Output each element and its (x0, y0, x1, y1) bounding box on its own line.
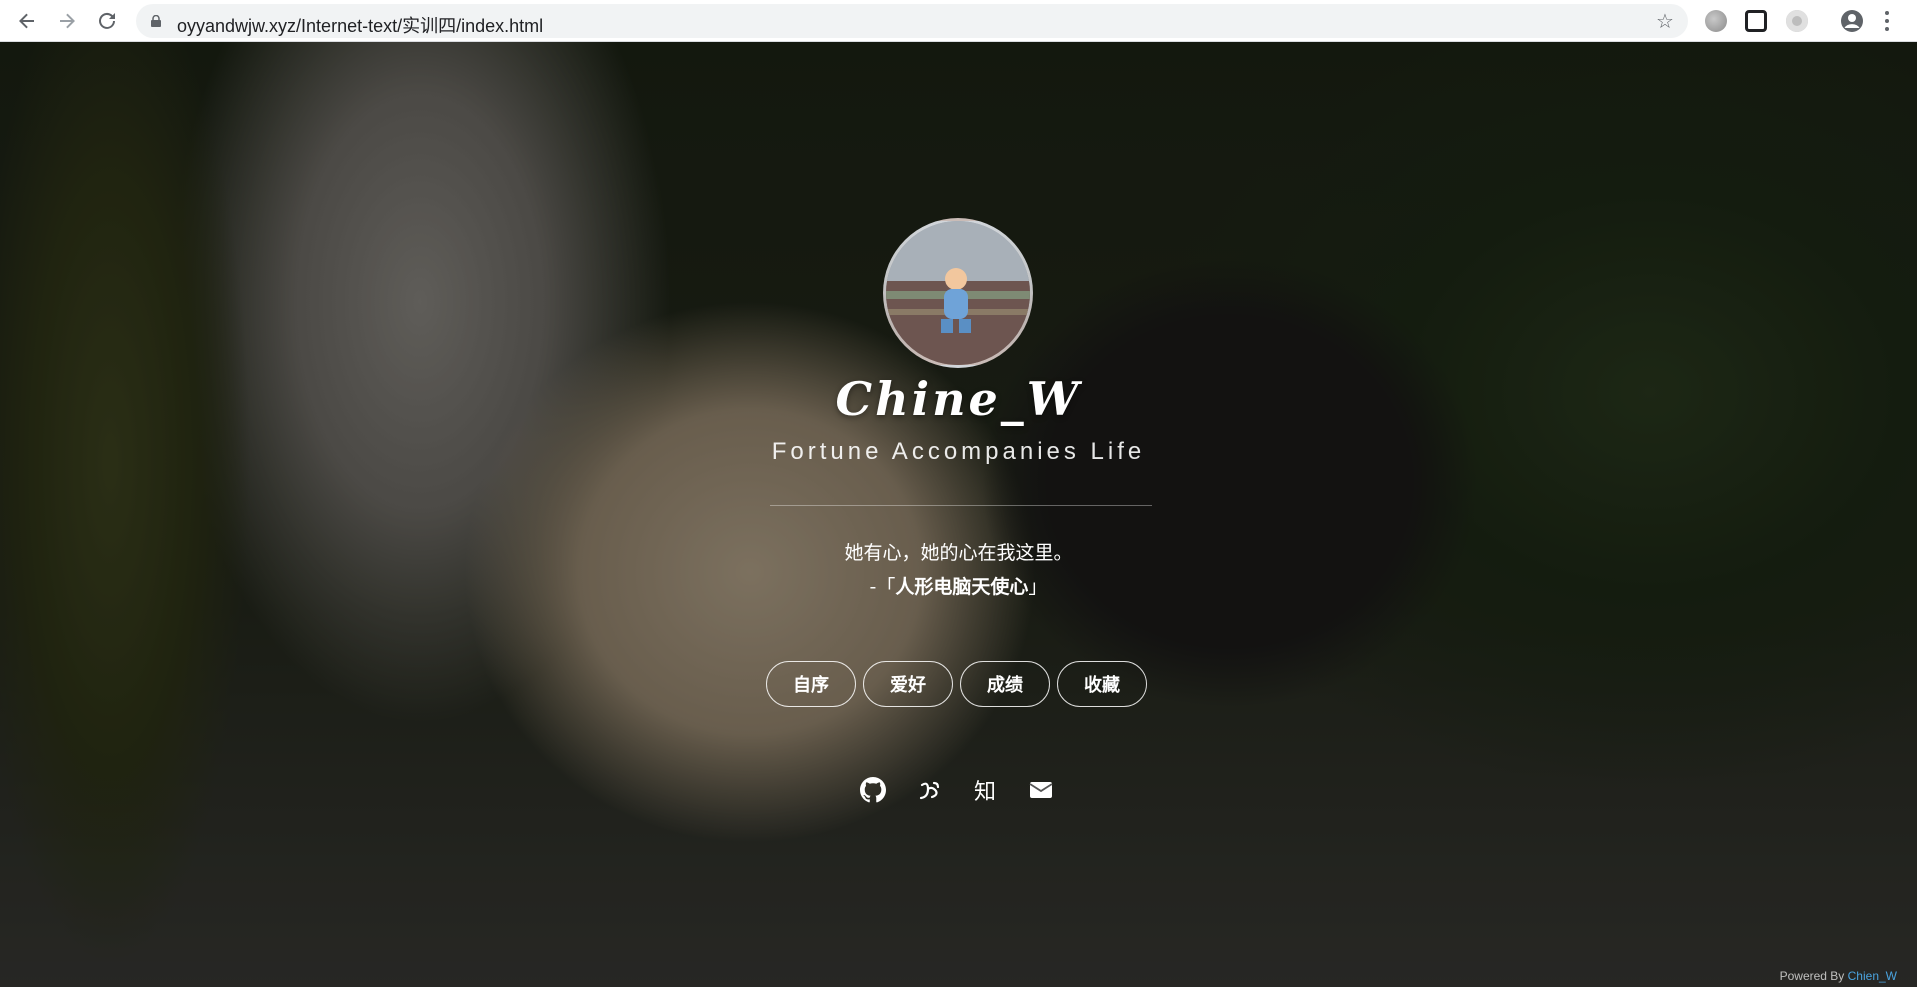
quote-suffix: 」 (1028, 576, 1048, 598)
divider (770, 505, 1152, 506)
quote-source-name: 人形电脑天使心 (895, 576, 1029, 598)
nav-buttons: 自序 爱好 成绩 收藏 (766, 661, 1152, 709)
site-title: Chine_W (835, 372, 1082, 426)
reload-icon (99, 12, 115, 29)
nav-button-hobbies[interactable]: 爱好 (863, 661, 953, 707)
nav-button-grades[interactable]: 成绩 (960, 661, 1050, 707)
extension-icon[interactable] (1786, 10, 1808, 32)
back-button[interactable] (12, 6, 42, 36)
back-icon (19, 13, 34, 29)
browser-toolbar: oyyandwjw.xyz/Internet-text/实训四/index.ht… (0, 0, 1917, 42)
quote-prefix: -「 (869, 576, 896, 598)
footer: Powered By Chien_W (1780, 969, 1897, 983)
bookmark-star-icon[interactable]: ☆ (1654, 10, 1676, 32)
footer-author-link[interactable]: Chien_W (1848, 969, 1897, 983)
social-links: 知 (858, 775, 1058, 805)
zhihu-icon: 知 (973, 780, 996, 805)
forward-icon (60, 13, 75, 29)
footer-powered-by: Powered By (1779, 969, 1845, 983)
forward-button[interactable] (52, 6, 82, 36)
profile-card: Chine_W Fortune Accompanies Life 她有心，她的心… (0, 42, 1917, 987)
nav-button-preface[interactable]: 自序 (766, 661, 856, 707)
mail-icon (1029, 782, 1053, 798)
github-icon (860, 777, 886, 803)
site-subtitle: Fortune Accompanies Life (771, 438, 1146, 465)
address-bar[interactable]: oyyandwjw.xyz/Internet-text/实训四/index.ht… (136, 4, 1688, 38)
url-text[interactable]: oyyandwjw.xyz/Internet-text/实训四/index.ht… (177, 12, 543, 38)
lock-icon (151, 15, 161, 27)
reload-button[interactable] (92, 6, 122, 36)
page: Chine_W Fortune Accompanies Life 她有心，她的心… (0, 42, 1917, 987)
weibo-link[interactable] (914, 775, 944, 805)
weibo-icon (919, 781, 940, 800)
avatar (883, 218, 1033, 368)
email-link[interactable] (1026, 775, 1056, 805)
quote-source: -「人形电脑天使心」 (0, 572, 1917, 599)
zhihu-link[interactable]: 知 (970, 775, 1000, 805)
nav-button-favorites[interactable]: 收藏 (1057, 661, 1147, 707)
quote-text: 她有心，她的心在我这里。 (844, 542, 1073, 564)
extension-icon[interactable] (1705, 10, 1727, 32)
menu-icon[interactable] (1880, 8, 1894, 34)
profile-icon[interactable] (1841, 10, 1863, 32)
extension-icon[interactable] (1745, 10, 1767, 32)
github-link[interactable] (858, 775, 888, 805)
